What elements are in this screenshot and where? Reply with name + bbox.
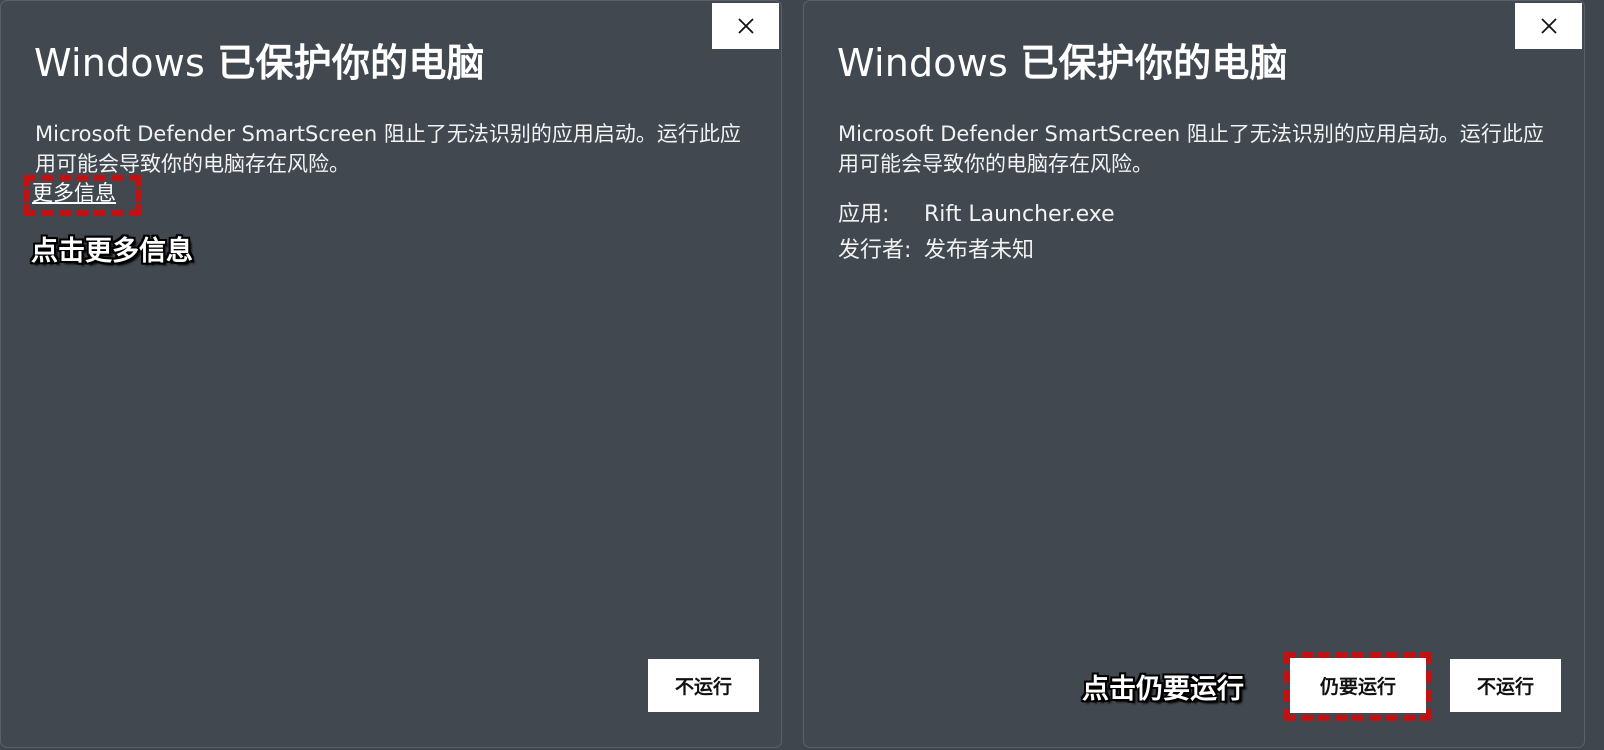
- close-icon: [737, 18, 754, 34]
- title-strong: 已保护你的电脑: [1020, 41, 1288, 85]
- highlight-box-more-info: [24, 175, 141, 216]
- publisher-label: 发行者:: [838, 238, 912, 263]
- dont-run-button[interactable]: 不运行: [648, 659, 759, 712]
- dialog-title: Windows 已保护你的电脑: [837, 39, 1288, 87]
- close-icon: [1540, 18, 1557, 34]
- dialog-title: Windows 已保护你的电脑: [34, 39, 485, 87]
- dialog-description: Microsoft Defender SmartScreen 阻止了无法识别的应…: [838, 122, 1544, 176]
- dialog-description: Microsoft Defender SmartScreen 阻止了无法识别的应…: [35, 122, 741, 176]
- smartscreen-dialog-left: Windows 已保护你的电脑 Microsoft Defender Smart…: [0, 0, 782, 748]
- app-value: Rift Launcher.exe: [924, 202, 1115, 227]
- title-prefix: Windows: [34, 41, 206, 85]
- close-button[interactable]: [1515, 3, 1582, 49]
- close-button[interactable]: [712, 3, 779, 49]
- annotation-click-more-info: 点击更多信息: [31, 236, 193, 267]
- app-info-row: 应用: Rift Launcher.exe: [838, 200, 1115, 230]
- title-strong: 已保护你的电脑: [217, 41, 485, 85]
- publisher-value: 发布者未知: [924, 238, 1035, 263]
- run-anyway-button[interactable]: 仍要运行: [1290, 658, 1426, 713]
- dont-run-button[interactable]: 不运行: [1450, 659, 1561, 712]
- app-label: 应用:: [838, 202, 890, 227]
- smartscreen-dialog-right: Windows 已保护你的电脑 Microsoft Defender Smart…: [803, 0, 1585, 748]
- title-prefix: Windows: [837, 41, 1009, 85]
- annotation-click-run-anyway: 点击仍要运行: [1082, 674, 1244, 705]
- publisher-info-row: 发行者: 发布者未知: [838, 236, 1034, 266]
